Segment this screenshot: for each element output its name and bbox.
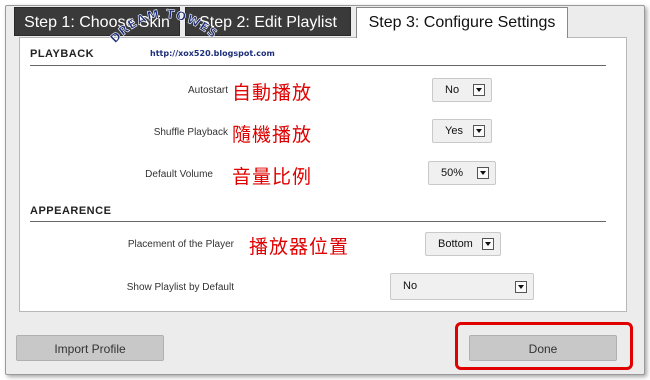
chevron-down-icon <box>515 281 527 293</box>
import-profile-button[interactable]: Import Profile <box>16 335 164 361</box>
placement-select[interactable]: Bottom <box>425 232 501 256</box>
watermark-logo: DREAM TOWES <box>107 7 220 47</box>
chevron-down-icon <box>482 238 494 250</box>
show-playlist-value: No <box>403 280 418 292</box>
done-highlight-box <box>455 322 633 370</box>
autostart-label: Autostart <box>187 85 228 96</box>
chevron-down-icon <box>473 84 485 96</box>
autostart-note: 自動播放 <box>232 82 313 104</box>
section-divider <box>30 221 606 222</box>
chevron-down-icon <box>477 167 489 179</box>
chevron-down-icon <box>473 125 485 137</box>
section-title-playback: PLAYBACK <box>30 48 95 60</box>
placement-label: Placement of the Player <box>127 239 234 250</box>
placement-note: 播放器位置 <box>249 236 350 258</box>
shuffle-value: Yes <box>445 125 463 137</box>
shuffle-note: 隨機播放 <box>232 124 313 146</box>
shuffle-label: Shuffle Playback <box>153 127 228 138</box>
section-title-appearance: APPEARENCE <box>30 205 112 217</box>
tab-configure-settings[interactable]: Step 3: Configure Settings <box>356 7 568 38</box>
volume-note: 音量比例 <box>232 166 313 188</box>
shuffle-select[interactable]: Yes <box>432 119 492 143</box>
autostart-value: No <box>445 84 460 96</box>
volume-label: Default Volume <box>145 169 213 180</box>
placement-value: Bottom <box>438 238 473 250</box>
show-playlist-select[interactable]: No <box>390 273 534 300</box>
settings-panel: PLAYBACK Autostart 自動播放 No Shuffle Playb… <box>19 37 627 312</box>
watermark-url: http://xox520.blogspot.com <box>150 49 275 58</box>
svg-text:DREAM TOWES: DREAM TOWES <box>107 7 220 46</box>
autostart-select[interactable]: No <box>432 78 492 102</box>
volume-select[interactable]: 50% <box>428 161 496 185</box>
volume-value: 50% <box>441 167 464 179</box>
section-divider <box>30 65 606 66</box>
show-playlist-label: Show Playlist by Default <box>126 282 234 293</box>
